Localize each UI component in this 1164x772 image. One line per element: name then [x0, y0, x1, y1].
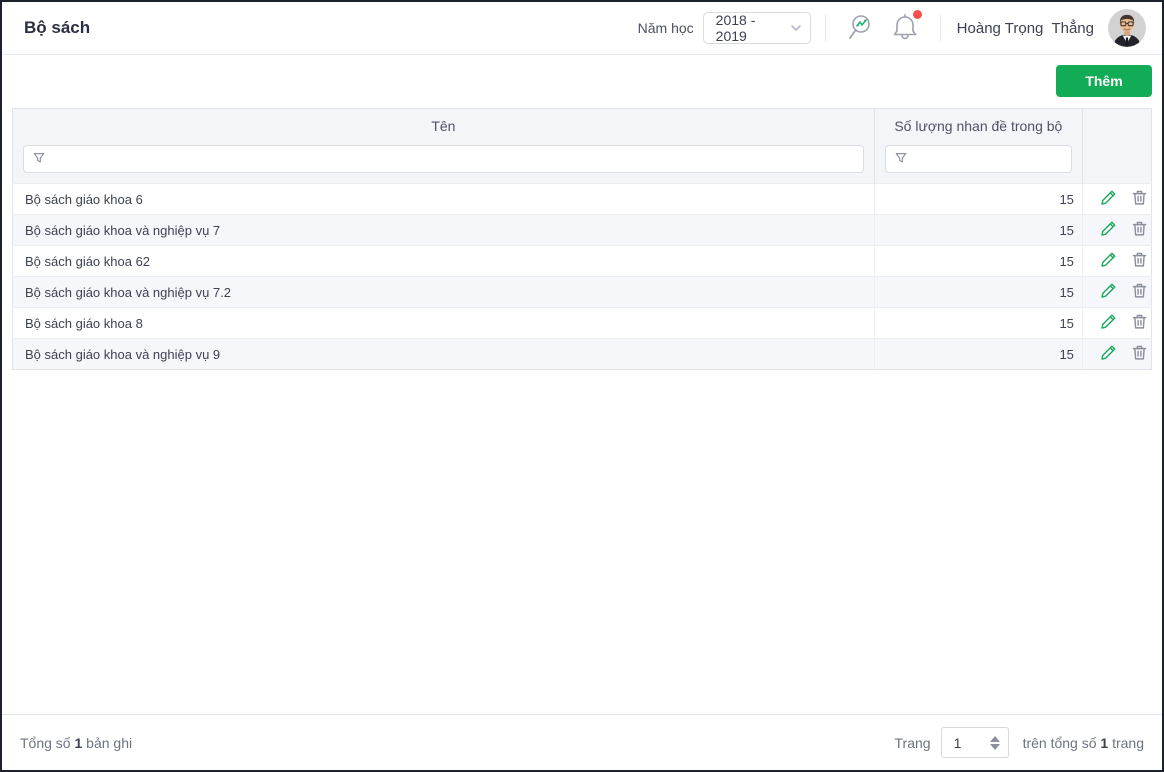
table-row: Bộ sách giáo khoa 8 15: [12, 307, 1152, 339]
table-row: Bộ sách giáo khoa và nghiệp vụ 7 15: [12, 214, 1152, 246]
pencil-icon: [1100, 313, 1117, 333]
bookset-name: Bộ sách giáo khoa và nghiệp vụ 7: [12, 214, 875, 246]
trash-icon: [1131, 313, 1148, 333]
toolbar: Thêm: [12, 65, 1152, 97]
notification-badge: [912, 9, 922, 19]
school-year-label: Năm học: [637, 20, 694, 36]
footer: Tổng số 1 bản ghi Trang trên tổng số 1 t…: [2, 714, 1162, 770]
trash-icon: [1131, 282, 1148, 302]
bookset-count: 15: [873, 276, 1083, 308]
table-row: Bộ sách giáo khoa 62 15: [12, 245, 1152, 277]
trash-icon: [1131, 251, 1148, 271]
page-decrement-button[interactable]: [989, 743, 1000, 751]
bookset-count: 15: [873, 307, 1083, 339]
edit-button[interactable]: [1100, 282, 1117, 302]
page-input[interactable]: [953, 734, 980, 751]
top-bar-right: Năm học 2018 - 2019 Hoàng Trọng Thẳng: [638, 9, 1146, 47]
total-prefix: Tổng số: [20, 734, 71, 751]
delete-button[interactable]: [1131, 220, 1148, 240]
page-spinner: [989, 735, 1000, 751]
pencil-icon: [1100, 344, 1117, 364]
name-filter-input[interactable]: [52, 151, 855, 167]
funnel-icon: [32, 151, 46, 168]
pencil-icon: [1100, 251, 1117, 271]
add-button[interactable]: Thêm: [1056, 65, 1152, 97]
edit-button[interactable]: [1100, 251, 1117, 271]
bookset-name: Bộ sách giáo khoa và nghiệp vụ 9: [12, 338, 875, 370]
delete-button[interactable]: [1131, 251, 1148, 271]
column-header-actions: [1081, 108, 1152, 144]
school-year-select[interactable]: 2018 - 2019: [702, 12, 811, 44]
page-label: Trang: [894, 734, 931, 751]
top-bar: Bộ sách Năm học 2018 - 2019 Hoàng Trọng …: [2, 2, 1162, 55]
bookset-table: Tên Số lượng nhan đề trong bộ Bộ sách gi…: [12, 108, 1152, 370]
trash-icon: [1131, 344, 1148, 364]
table-row: Bộ sách giáo khoa và nghiệp vụ 7.2 15: [12, 276, 1152, 308]
table-row: Bộ sách giáo khoa 6 15: [12, 183, 1152, 215]
trash-icon: [1131, 189, 1148, 209]
pencil-icon: [1100, 189, 1117, 209]
delete-button[interactable]: [1131, 189, 1148, 209]
bookset-count: 15: [873, 338, 1083, 370]
total-suffix: bản ghi: [86, 734, 133, 751]
page-increment-button[interactable]: [989, 735, 1000, 743]
main-content: Thêm Tên Số lượng nhan đề trong bộ Bộ sá…: [2, 55, 1162, 714]
edit-button[interactable]: [1100, 344, 1117, 364]
divider: [939, 15, 941, 41]
pencil-icon: [1100, 282, 1117, 302]
edit-button[interactable]: [1100, 313, 1117, 333]
delete-button[interactable]: [1131, 313, 1148, 333]
page-title: Bộ sách: [24, 18, 91, 37]
table-body: Bộ sách giáo khoa 6 15 Bộ sách giáo khoa…: [12, 183, 1152, 370]
bookset-name: Bộ sách giáo khoa 62: [12, 245, 875, 277]
filter-row: [12, 143, 1152, 184]
bookset-name: Bộ sách giáo khoa 6: [12, 183, 875, 215]
pagination: Trang trên tổng số 1 trang: [894, 727, 1144, 758]
delete-button[interactable]: [1131, 344, 1148, 364]
funnel-icon: [894, 151, 908, 168]
trash-icon: [1131, 220, 1148, 240]
column-header-count: Số lượng nhan đề trong bộ: [873, 108, 1083, 144]
search-stats-icon: [847, 12, 877, 45]
bookset-name: Bộ sách giáo khoa và nghiệp vụ 7.2: [12, 276, 875, 308]
bookset-count: 15: [873, 214, 1083, 246]
bookset-count: 15: [873, 245, 1083, 277]
divider: [824, 15, 826, 41]
total-count: 1: [74, 734, 83, 751]
school-year-value: 2018 - 2019: [715, 12, 756, 44]
avatar[interactable]: [1108, 9, 1146, 47]
total-summary: Tổng số 1 bản ghi: [20, 735, 132, 751]
header-row: Tên Số lượng nhan đề trong bộ: [12, 108, 1152, 144]
edit-button[interactable]: [1100, 189, 1117, 209]
count-filter-input[interactable]: [913, 151, 1063, 167]
page-input-box: [940, 727, 1009, 758]
column-header-name: Tên: [12, 108, 875, 144]
name-filter: [23, 145, 864, 174]
pages-suffix: trang: [1112, 734, 1144, 751]
count-filter: [884, 145, 1072, 174]
notification-button[interactable]: [891, 9, 922, 45]
table-row: Bộ sách giáo khoa và nghiệp vụ 9 15: [12, 338, 1152, 370]
bookset-count: 15: [873, 183, 1083, 215]
delete-button[interactable]: [1131, 282, 1148, 302]
edit-button[interactable]: [1100, 220, 1117, 240]
window: { "header": { "title": "Bộ sách", "schoo…: [0, 0, 1164, 772]
search-button[interactable]: [847, 12, 877, 45]
bookset-name: Bộ sách giáo khoa 8: [12, 307, 875, 339]
pencil-icon: [1100, 220, 1117, 240]
chevron-down-icon: [790, 22, 802, 34]
pages-count: 1: [1100, 734, 1109, 751]
user-name[interactable]: Hoàng Trọng Thẳng: [957, 20, 1094, 37]
pages-prefix: trên tổng số: [1022, 734, 1097, 751]
